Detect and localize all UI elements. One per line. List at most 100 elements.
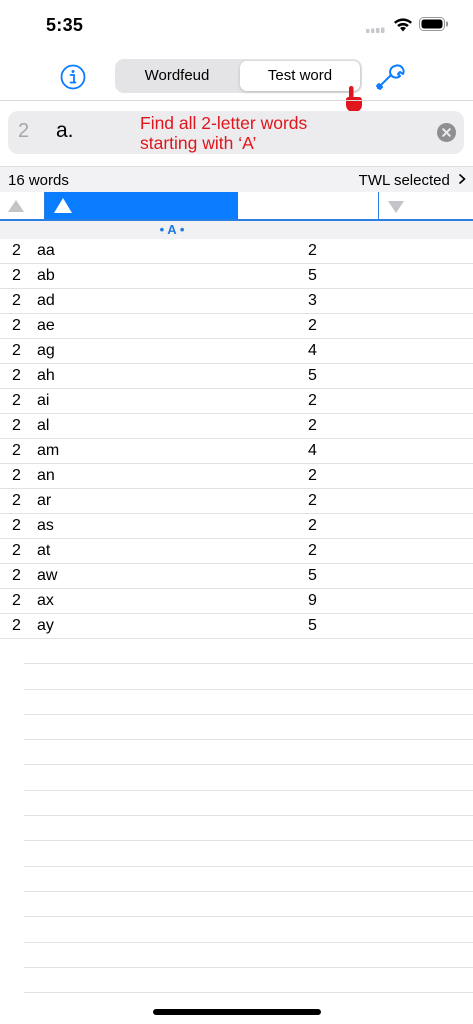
word-count-label: 16 words (8, 172, 69, 189)
word-score: 2 (308, 317, 317, 334)
word-row[interactable]: 2 ag 4 (0, 339, 473, 364)
word-length: 2 (12, 567, 21, 584)
word-length: 2 (12, 342, 21, 359)
word-row[interactable]: 2 at 2 (0, 539, 473, 564)
word-pattern-field[interactable]: 2 a. Find all 2-letter words starting wi… (8, 111, 464, 154)
empty-row (24, 816, 473, 842)
info-icon[interactable] (60, 64, 86, 90)
word-row[interactable]: 2 ae 2 (0, 314, 473, 339)
word-score: 2 (308, 242, 317, 259)
word-score: 3 (308, 292, 317, 309)
word-length: 2 (12, 392, 21, 409)
home-indicator (153, 1009, 321, 1015)
word-length: 2 (12, 517, 21, 534)
sort-bar (0, 192, 473, 221)
word-score: 4 (308, 442, 317, 459)
section-label: • A • (159, 222, 185, 237)
word-text: an (37, 467, 55, 484)
word-length: 2 (12, 467, 21, 484)
dictionary-selector[interactable]: TWL selected (359, 172, 467, 189)
word-row[interactable]: 2 an 2 (0, 464, 473, 489)
status-time: 5:35 (46, 15, 84, 35)
word-score: 2 (308, 492, 317, 509)
battery-icon (419, 17, 448, 31)
empty-row (24, 943, 473, 968)
word-text: ay (37, 617, 54, 634)
section-header: • A • (0, 221, 473, 239)
word-score: 2 (308, 467, 317, 484)
empty-list-area (24, 639, 473, 994)
dictionary-label: TWL selected (358, 172, 450, 189)
pattern-input[interactable]: a. (56, 119, 74, 143)
word-length: 2 (12, 542, 21, 559)
word-text: am (37, 442, 60, 459)
word-score: 4 (308, 342, 317, 359)
word-row[interactable]: 2 ay 5 (0, 614, 473, 639)
status-bar: 5:35 (0, 0, 473, 50)
word-score: 2 (308, 392, 317, 409)
word-text: as (37, 517, 54, 534)
word-text: ag (37, 342, 55, 359)
empty-row (24, 917, 473, 943)
word-text: ah (37, 367, 55, 384)
word-score: 2 (308, 517, 317, 534)
mode-segmented-control: Wordfeud Test word (115, 59, 362, 93)
word-text: ab (37, 267, 55, 284)
empty-row (24, 892, 473, 918)
sort-score-column[interactable] (238, 192, 379, 219)
word-list: 2 aa 2 2 ab 5 2 ad 3 2 ae 2 2 ag 4 2 ah 5 2 ai 2 2 al 2 2 am 4 2 an 2… (0, 239, 473, 639)
word-row[interactable]: 2 al 2 (0, 414, 473, 439)
sort-ascending-icon (54, 198, 72, 213)
empty-row (24, 841, 473, 867)
empty-row (24, 715, 473, 741)
segment-test-word[interactable]: Test word (240, 61, 360, 91)
word-row[interactable]: 2 ar 2 (0, 489, 473, 514)
word-text: ad (37, 292, 55, 309)
sort-descending-icon[interactable] (386, 198, 406, 216)
word-text: ar (37, 492, 52, 509)
segment-wordfeud[interactable]: Wordfeud (117, 61, 237, 91)
word-length: 2 (12, 267, 21, 284)
clear-icon[interactable] (437, 123, 456, 142)
word-text: ax (37, 592, 54, 609)
sort-word-ascending-button[interactable] (45, 192, 238, 219)
word-text: al (37, 417, 50, 434)
empty-row (24, 867, 473, 892)
word-row[interactable]: 2 aw 5 (0, 564, 473, 589)
word-text: aa (37, 242, 55, 259)
wrench-icon[interactable] (374, 62, 408, 92)
sort-length-ascending-icon[interactable] (4, 196, 28, 218)
word-row[interactable]: 2 ax 9 (0, 589, 473, 614)
word-row[interactable]: 2 am 4 (0, 439, 473, 464)
wifi-icon (394, 18, 412, 32)
word-length: 2 (12, 317, 21, 334)
word-length: 2 (12, 592, 21, 609)
word-row[interactable]: 2 aa 2 (0, 239, 473, 264)
annotation-hint: Find all 2-letter words starting with ‘A… (140, 113, 308, 153)
toolbar: Wordfeud Test word (0, 50, 473, 112)
word-row[interactable]: 2 ad 3 (0, 289, 473, 314)
word-text: aw (37, 567, 58, 584)
word-score: 5 (308, 617, 317, 634)
word-score: 9 (308, 592, 317, 609)
empty-row (24, 791, 473, 817)
word-length: 2 (12, 617, 21, 634)
word-length: 2 (12, 292, 21, 309)
empty-row (24, 765, 473, 791)
word-row[interactable]: 2 as 2 (0, 514, 473, 539)
word-row[interactable]: 2 ah 5 (0, 364, 473, 389)
word-length: 2 (12, 442, 21, 459)
word-row[interactable]: 2 ai 2 (0, 389, 473, 414)
hand-pointer-icon (345, 86, 362, 112)
word-score: 5 (308, 567, 317, 584)
chevron-right-icon (458, 173, 466, 185)
results-header: 16 words TWL selected (0, 166, 473, 192)
empty-row (24, 664, 473, 690)
empty-row (24, 968, 473, 994)
word-length: 2 (12, 367, 21, 384)
word-score: 2 (308, 417, 317, 434)
empty-row (24, 740, 473, 766)
empty-row (24, 690, 473, 715)
word-length: 2 (12, 417, 21, 434)
word-row[interactable]: 2 ab 5 (0, 264, 473, 289)
